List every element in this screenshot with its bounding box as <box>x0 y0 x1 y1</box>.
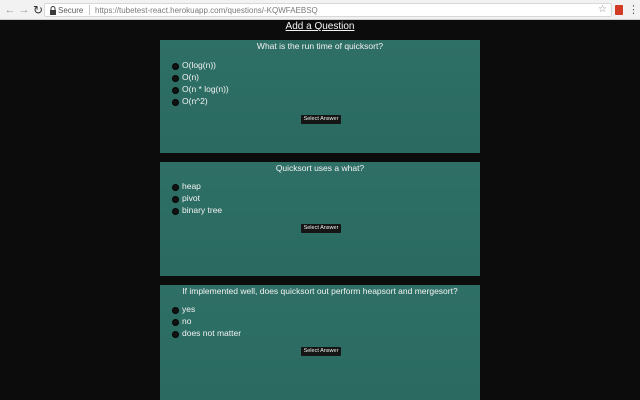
browser-menu-icon[interactable]: ⋮ <box>628 3 639 17</box>
radio-button[interactable] <box>172 87 179 94</box>
radio-button[interactable] <box>172 319 179 326</box>
question-card: Quicksort uses a what? heap pivot binary… <box>160 162 480 276</box>
answer-label: O(n) <box>182 72 199 82</box>
answer-label: yes <box>182 304 196 314</box>
radio-button[interactable] <box>172 63 179 70</box>
question-card: What is the run time of quicksort? O(log… <box>160 40 480 153</box>
radio-button[interactable] <box>172 75 179 82</box>
reload-icon[interactable]: ↻ <box>32 4 44 16</box>
radio-button[interactable] <box>172 331 179 338</box>
url-text[interactable]: https://tubetest-react.herokuapp.com/que… <box>95 5 318 16</box>
bookmark-star-icon[interactable]: ☆ <box>598 4 607 16</box>
radio-button[interactable] <box>172 99 179 106</box>
add-question-link-row: Add a Question <box>0 21 640 33</box>
answer-label: does not matter <box>182 328 242 338</box>
extension-icon[interactable] <box>615 5 623 15</box>
answer-label: O(n * log(n)) <box>182 84 229 94</box>
question-text: Quicksort uses a what? <box>275 163 365 173</box>
add-question-link[interactable]: Add a Question <box>286 21 355 32</box>
url-separator <box>89 5 90 15</box>
radio-button[interactable] <box>172 196 179 203</box>
answer-label: O(n^2) <box>182 96 208 106</box>
lock-icon <box>50 6 56 15</box>
answer-label: pivot <box>182 193 200 203</box>
answer-label: binary tree <box>182 205 223 215</box>
answer-label: O(log(n)) <box>182 60 217 70</box>
secure-label: Secure <box>58 6 84 15</box>
radio-button[interactable] <box>172 307 179 314</box>
question-card: If implemented well, does quicksort out … <box>160 285 480 400</box>
select-answer-button[interactable]: Select Answer <box>301 115 341 124</box>
back-arrow-icon[interactable]: ← <box>4 4 16 16</box>
select-answer-button[interactable]: Select Answer <box>301 347 341 356</box>
question-text: What is the run time of quicksort? <box>256 41 384 51</box>
address-bar[interactable]: Secure https://tubetest-react.herokuapp.… <box>44 3 612 17</box>
radio-button[interactable] <box>172 184 179 191</box>
answer-label: heap <box>182 181 201 191</box>
select-answer-button[interactable]: Select Answer <box>301 224 341 233</box>
question-text: If implemented well, does quicksort out … <box>182 286 458 296</box>
forward-arrow-icon[interactable]: → <box>18 4 30 16</box>
radio-button[interactable] <box>172 208 179 215</box>
browser-toolbar: ← → ↻ Secure https://tubetest-react.hero… <box>0 0 640 20</box>
answer-label: no <box>182 316 192 326</box>
